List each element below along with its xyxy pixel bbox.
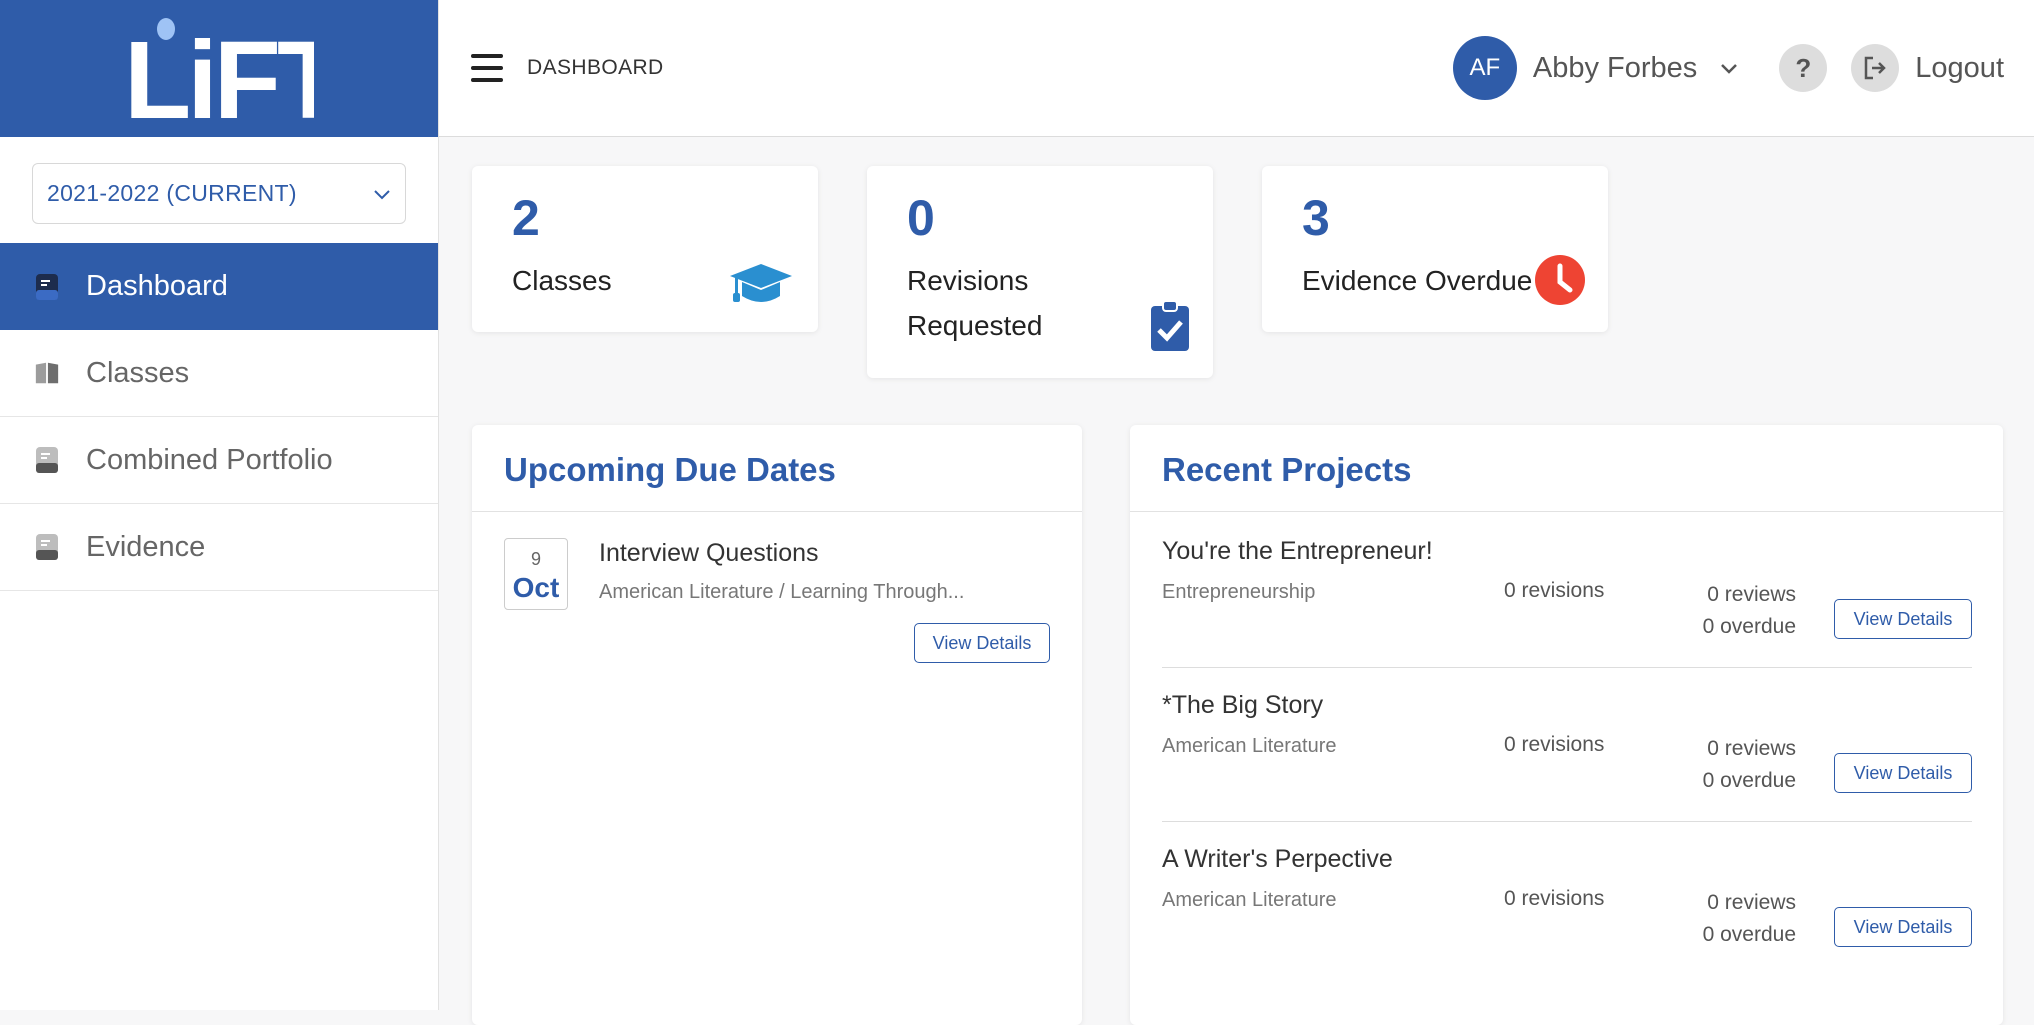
lift-logo[interactable]: LiFT xyxy=(124,13,314,125)
due-item-title: Interview Questions xyxy=(599,539,819,567)
logout-icon[interactable] xyxy=(1851,44,1900,92)
sidebar-item-label: Dashboard xyxy=(86,270,228,302)
chevron-down-icon[interactable] xyxy=(1719,58,1739,78)
stat-value: 0 xyxy=(907,190,935,246)
menu-icon[interactable] xyxy=(471,54,503,82)
chevron-down-icon xyxy=(374,189,390,199)
project-title: You're the Entrepreneur! xyxy=(1162,537,1433,565)
school-year-select[interactable]: 2021-2022 (CURRENT) xyxy=(32,163,406,224)
sidebar: LiFT 2021-2022 (CURRENT) Dashboard Class… xyxy=(0,0,439,1010)
project-title: A Writer's Perpective xyxy=(1162,845,1393,873)
sidebar-item-evidence[interactable]: Evidence xyxy=(0,504,438,591)
due-day: 9 xyxy=(530,549,541,569)
breadcrumb: DASHBOARD xyxy=(527,56,664,79)
open-book-icon xyxy=(34,359,60,387)
sidebar-nav: Dashboard Classes Combined Portfolio Evi… xyxy=(0,243,438,591)
upcoming-due-dates-panel: Upcoming Due Dates 9 Oct Interview Quest… xyxy=(472,425,1082,1025)
book-icon xyxy=(34,533,60,561)
view-details-button[interactable]: View Details xyxy=(1834,907,1972,947)
book-icon xyxy=(34,446,60,474)
sidebar-item-label: Classes xyxy=(86,356,190,389)
view-details-button[interactable]: View Details xyxy=(1834,599,1972,639)
top-bar: DASHBOARD AF Abby Forbes ? Logout xyxy=(439,0,2034,137)
clipboard-check-icon xyxy=(1151,300,1189,351)
sidebar-item-dashboard[interactable]: Dashboard xyxy=(0,243,438,330)
project-course: American Literature xyxy=(1162,735,1337,757)
project-row: A Writer's Perpective American Literatur… xyxy=(1162,821,1972,975)
due-month: Oct xyxy=(512,572,560,603)
panel-title: Upcoming Due Dates xyxy=(472,425,1082,512)
project-row: *The Big Story American Literature 0 rev… xyxy=(1162,667,1972,822)
project-row: You're the Entrepreneur! Entrepreneurshi… xyxy=(1162,513,1972,668)
project-course: Entrepreneurship xyxy=(1162,581,1316,603)
project-title: *The Big Story xyxy=(1162,691,1324,719)
project-review-stats: 0 reviews 0 overdue xyxy=(1702,737,1796,792)
panel-title: Recent Projects xyxy=(1130,425,2003,512)
project-course: American Literature xyxy=(1162,889,1337,911)
stat-value: 2 xyxy=(512,190,540,246)
sidebar-item-classes[interactable]: Classes xyxy=(0,330,438,417)
due-item-subtitle: American Literature / Learning Through..… xyxy=(599,581,965,603)
recent-projects-panel: Recent Projects You're the Entrepreneur!… xyxy=(1130,425,2003,1025)
clock-alert-icon xyxy=(1535,255,1585,305)
stat-card-classes[interactable]: 2 Classes xyxy=(472,166,818,332)
sidebar-item-label: Combined Portfolio xyxy=(86,443,333,476)
logout-button[interactable]: Logout xyxy=(1915,52,2004,85)
sidebar-item-label: Evidence xyxy=(86,530,206,563)
graduation-cap-icon xyxy=(730,264,792,302)
view-details-button[interactable]: View Details xyxy=(1834,753,1972,793)
view-details-button[interactable]: View Details xyxy=(914,623,1050,663)
stat-value: 3 xyxy=(1302,190,1330,246)
sidebar-item-combined-portfolio[interactable]: Combined Portfolio xyxy=(0,417,438,504)
book-icon xyxy=(34,273,60,301)
svg-text:LiFT: LiFT xyxy=(124,19,314,125)
stat-card-evidence-overdue[interactable]: 3 Evidence Overdue xyxy=(1262,166,1608,332)
stat-label: Evidence Overdue xyxy=(1302,265,1533,296)
stat-card-revisions[interactable]: 0 Revisions Requested xyxy=(867,166,1213,378)
help-button[interactable]: ? xyxy=(1779,44,1828,92)
project-revisions: 0 revisions xyxy=(1504,887,1605,910)
project-review-stats: 0 reviews 0 overdue xyxy=(1702,891,1796,946)
school-year-value: 2021-2022 (CURRENT) xyxy=(47,180,297,206)
project-revisions: 0 revisions xyxy=(1504,579,1605,602)
project-revisions: 0 revisions xyxy=(1504,733,1605,756)
logo-bar: LiFT xyxy=(0,0,438,137)
user-name[interactable]: Abby Forbes xyxy=(1533,52,1697,85)
avatar[interactable]: AF xyxy=(1452,36,1517,100)
project-review-stats: 0 reviews 0 overdue xyxy=(1702,583,1796,638)
due-date-badge: 9 Oct xyxy=(504,538,568,610)
stat-label: Revisions Requested xyxy=(907,265,1043,341)
